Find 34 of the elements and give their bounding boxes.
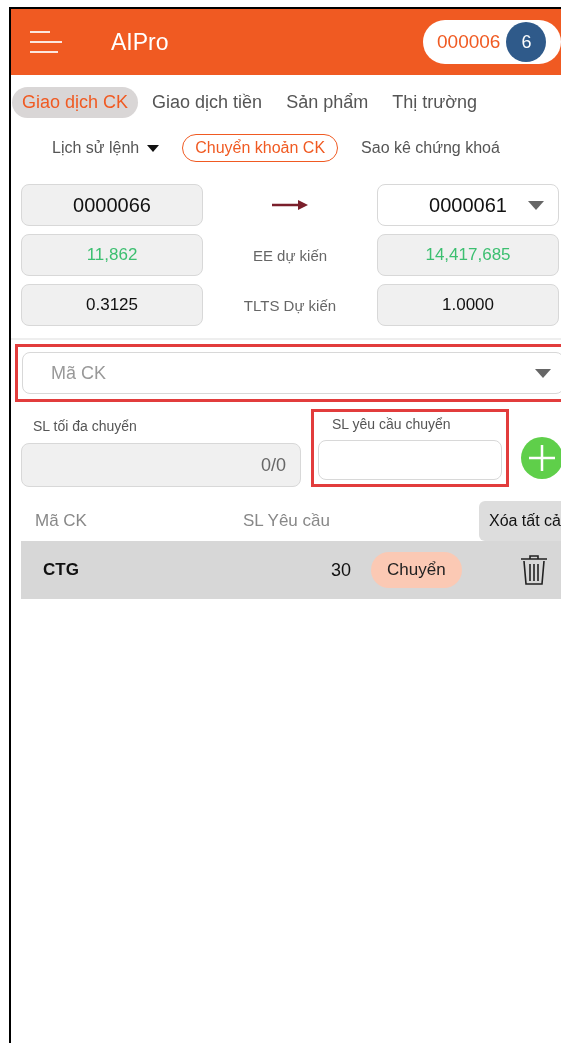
row-label: TLTS Dự kiến bbox=[242, 296, 338, 314]
source-account-field: 0000066 bbox=[21, 184, 203, 226]
arrow-icon bbox=[272, 200, 308, 210]
sub-tab[interactable]: Sao kê chứng khoá bbox=[348, 134, 513, 162]
column-header: Mã CK bbox=[34, 511, 88, 531]
account-pill[interactable]: 000006 6 bbox=[423, 20, 561, 64]
column-header: SL Yêu cầu bbox=[243, 511, 330, 531]
table-cell-text: CTG bbox=[42, 560, 80, 580]
transfer-button[interactable]: Chuyển bbox=[371, 552, 462, 588]
value-field: 1.0000 bbox=[377, 284, 559, 326]
account-badge: 6 bbox=[506, 22, 547, 62]
caret-icon bbox=[528, 201, 544, 210]
quantity-input[interactable] bbox=[318, 440, 502, 480]
tab[interactable]: Sản phẩm bbox=[276, 87, 379, 118]
value-field: 0.3125 bbox=[21, 284, 203, 326]
add-icon[interactable] bbox=[521, 437, 561, 479]
field-label: SL yêu cầu chuyển bbox=[332, 416, 452, 432]
clear-all-button[interactable]: Xóa tất cả bbox=[478, 501, 561, 541]
trash-icon[interactable] bbox=[519, 554, 548, 586]
row-label: EE dự kiến bbox=[251, 246, 329, 264]
menu-icon[interactable] bbox=[29, 30, 63, 54]
app-title: AIPro bbox=[111, 28, 169, 56]
tab[interactable]: Giao dịch tiền bbox=[142, 87, 273, 118]
account-number: 000006 bbox=[437, 31, 501, 53]
max-quantity-field: 0/0 bbox=[21, 443, 301, 487]
field-label: SL tối đa chuyển bbox=[33, 418, 138, 434]
value-field: 14,417,685 bbox=[377, 234, 559, 276]
table-cell-text: 30 bbox=[329, 559, 351, 581]
caret-icon bbox=[535, 368, 551, 378]
dropdown-tab[interactable]: Lịch sử lệnh bbox=[39, 134, 173, 162]
value-field: 11,862 bbox=[21, 234, 203, 276]
target-account-select[interactable]: 0000061 bbox=[377, 184, 559, 226]
tab[interactable]: Thị trường bbox=[382, 87, 488, 118]
caret-icon bbox=[147, 144, 160, 152]
